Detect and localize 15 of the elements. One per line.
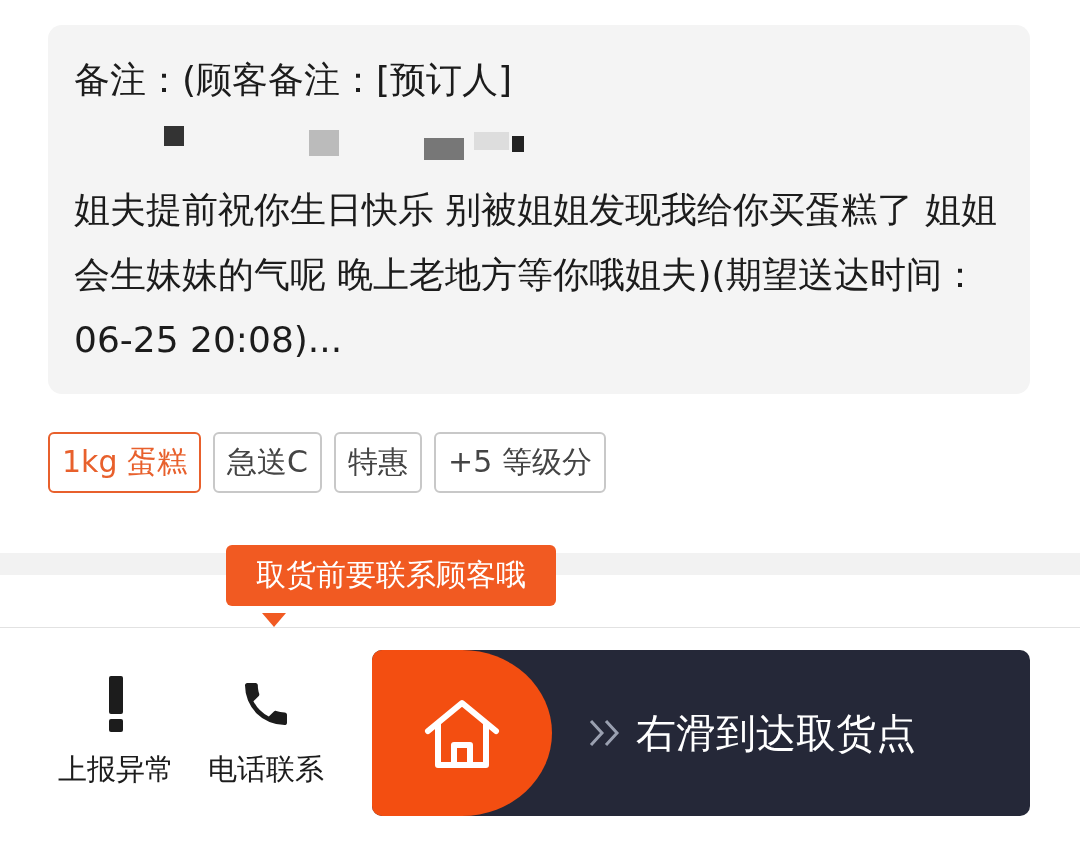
tag: 特惠: [334, 432, 422, 493]
note-text: 姐夫提前祝你生日快乐 别被姐姐发现我给你买蛋糕了 姐姐会生妹妹的气呢 晚上老地方等你哦姐夫)(期望送达时间：06-25 20:08)...: [74, 188, 998, 362]
note-text: 备注：(顾客备注：[预订人]: [74, 58, 514, 102]
tag: +5 等级分: [434, 432, 606, 493]
action-button[interactable]: 电话联系: [208, 676, 324, 790]
tooltip-tail: [262, 613, 286, 627]
tag: 急送C: [213, 432, 322, 493]
slide-button[interactable]: 右滑到达取货点: [372, 650, 1030, 816]
tooltip: 取货前要联系顾客哦: [226, 545, 556, 606]
tag: 1kg 蛋糕: [48, 432, 202, 493]
exclamation-icon: [106, 676, 126, 732]
action-button[interactable]: 上报异常: [58, 676, 174, 790]
slide-label: 右滑到达取货点: [636, 708, 916, 758]
home-icon: [422, 697, 502, 769]
chevrons-icon: [588, 718, 622, 748]
